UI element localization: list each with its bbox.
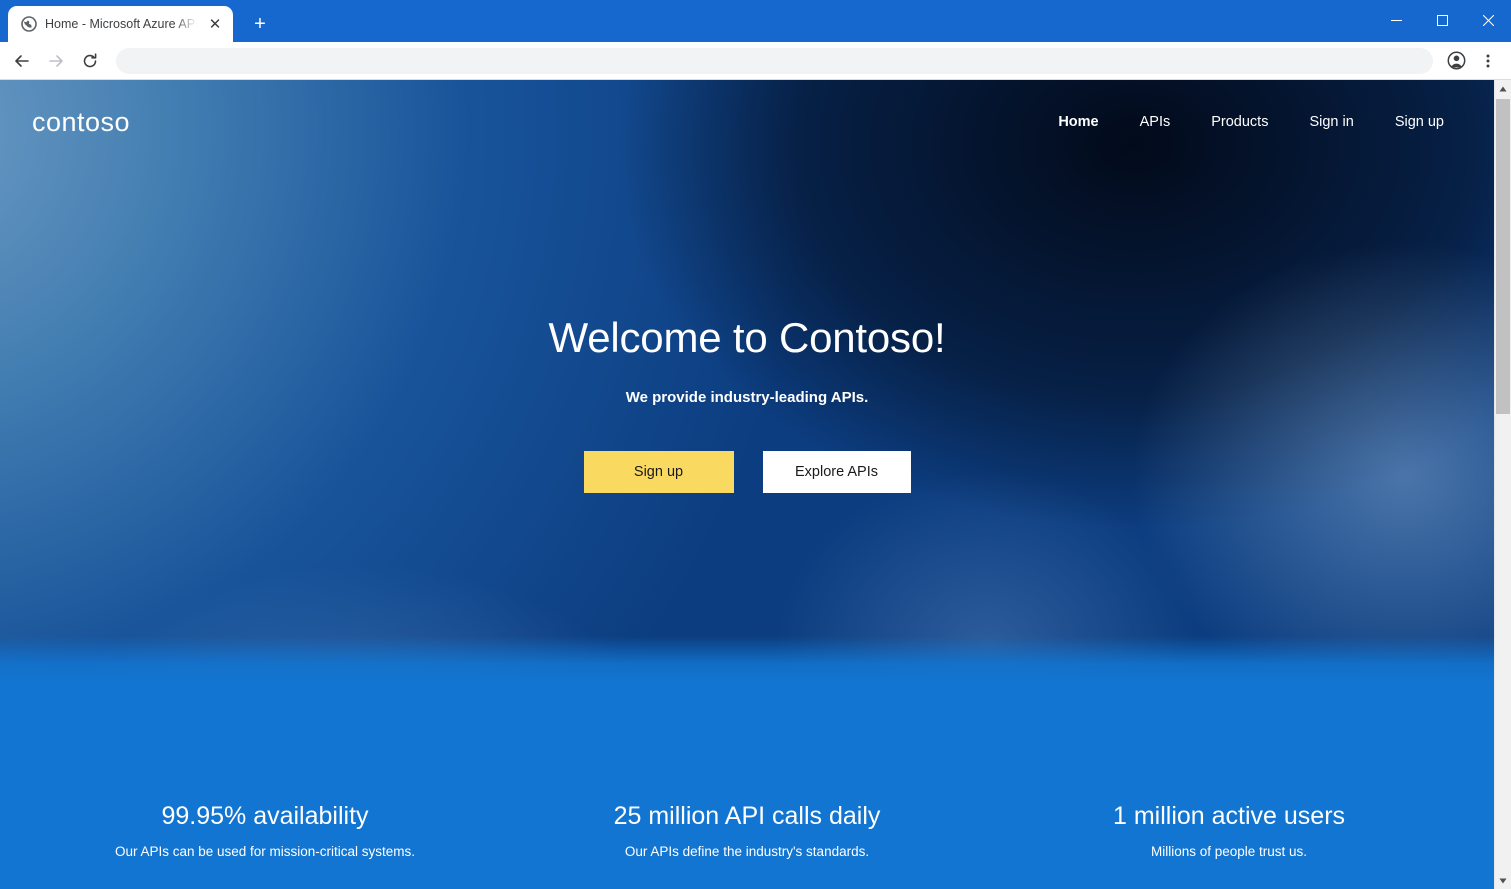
scrollbar-thumb[interactable] [1496,99,1510,414]
stats-section: 99.95% availability Our APIs can be used… [0,801,1494,859]
window-controls [1373,0,1511,40]
hero-subtitle: We provide industry-leading APIs. [625,389,869,407]
browser-window: Home - Microsoft Azure API Man ✕ + [0,0,1511,889]
stat-value: 1 million active users [1112,802,1346,830]
minimize-button[interactable] [1373,0,1419,40]
hero-title: Welcome to Contoso! [548,314,946,361]
maximize-button[interactable] [1419,0,1465,40]
nav-item-apis[interactable]: APIs [1140,114,1171,130]
stat-item: 1 million active users Millions of peopl… [988,801,1470,859]
hero-section: Welcome to Contoso! We provide industry-… [0,164,1494,494]
back-arrow-icon[interactable] [6,45,38,77]
page-viewport: contoso Home APIs Products Sign in Sign … [0,80,1511,889]
nav-item-sign-in[interactable]: Sign in [1309,114,1353,130]
stat-description: Millions of people trust us. [1150,844,1308,859]
contoso-developer-portal: contoso Home APIs Products Sign in Sign … [0,80,1494,889]
nav-item-sign-up[interactable]: Sign up [1395,114,1444,130]
vertical-scrollbar[interactable] [1494,80,1511,889]
new-tab-button[interactable]: + [245,9,275,39]
reload-icon[interactable] [74,45,106,77]
tab-title: Home - Microsoft Azure API Man [45,17,197,31]
close-window-button[interactable] [1465,0,1511,40]
globe-icon [20,16,37,33]
browser-toolbar [0,42,1511,80]
contoso-logo[interactable]: contoso [32,108,130,136]
stat-item: 99.95% availability Our APIs can be used… [24,801,506,859]
forward-arrow-icon [40,45,72,77]
stat-description: Our APIs can be used for mission-critica… [114,844,416,859]
hero-actions: Sign up Explore APIs [0,451,1494,494]
site-header: contoso Home APIs Products Sign in Sign … [0,80,1494,164]
address-bar-input[interactable] [116,47,1433,74]
nav-item-home[interactable]: Home [1058,114,1098,130]
scroll-up-arrow-icon[interactable] [1495,80,1511,97]
three-dot-menu-icon[interactable] [1473,46,1503,76]
nav-item-products[interactable]: Products [1211,114,1268,130]
site-navigation: Home APIs Products Sign in Sign up [1058,114,1444,130]
stat-value: 25 million API calls daily [613,802,881,830]
stat-item: 25 million API calls daily Our APIs defi… [506,801,988,859]
close-icon[interactable]: ✕ [205,14,225,34]
sign-up-button[interactable]: Sign up [583,451,734,494]
profile-avatar-icon[interactable] [1441,46,1471,76]
scrollbar-track[interactable] [1495,97,1511,872]
stat-description: Our APIs define the industry's standards… [624,844,870,859]
browser-titlebar: Home - Microsoft Azure API Man ✕ + [0,0,1511,42]
stat-value: 99.95% availability [161,802,369,830]
scroll-down-arrow-icon[interactable] [1495,872,1511,889]
browser-tab[interactable]: Home - Microsoft Azure API Man ✕ [8,6,233,42]
explore-apis-button[interactable]: Explore APIs [762,451,911,494]
